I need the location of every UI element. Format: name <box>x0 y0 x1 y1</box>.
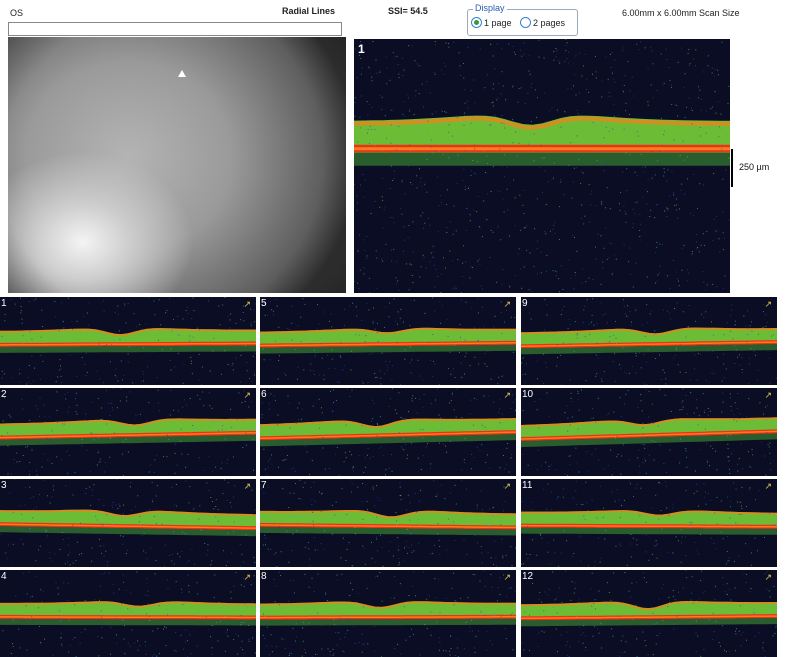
orientation-arrow-icon: ↗ <box>764 572 772 582</box>
bscan-layers <box>260 388 516 476</box>
bscan-thumbnail-2[interactable]: 2 ↗ <box>0 388 256 476</box>
orientation-arrow-icon: ↗ <box>243 481 251 491</box>
bscan-layers <box>260 570 516 657</box>
thumbnail-label: 10 <box>522 389 534 400</box>
bscan-layers <box>260 297 516 385</box>
thumbnail-label: 11 <box>522 480 533 491</box>
scan-size-label: 6.00mm x 6.00mm Scan Size <box>622 8 740 18</box>
bscan-layers <box>521 480 777 567</box>
fundus-image <box>8 37 346 293</box>
main-bscan[interactable]: 1 <box>354 39 730 293</box>
scan-marker-icon <box>178 70 186 77</box>
orientation-arrow-icon: ↗ <box>243 390 251 400</box>
bscan-layers <box>354 39 730 293</box>
bscan-thumbnail-8[interactable]: 8 ↗ <box>260 570 516 657</box>
display-group: Display 1 page 2 pages <box>467 3 578 36</box>
bscan-thumbnail-9[interactable]: 9 ↗ <box>521 297 777 385</box>
thumbnail-label: 3 <box>1 480 7 491</box>
bscan-thumbnail-3[interactable]: 3 ↗ <box>0 479 256 567</box>
bscan-layers <box>0 297 256 385</box>
thumbnail-label: 7 <box>261 480 267 491</box>
bscan-layers <box>0 571 256 657</box>
scale-label: 250 µm <box>739 162 770 172</box>
two-pages-label: 2 pages <box>533 17 566 28</box>
orientation-arrow-icon: ↗ <box>503 299 511 309</box>
bscan-thumbnail-10[interactable]: 10 ↗ <box>521 388 777 476</box>
bscan-layers <box>521 388 777 476</box>
bscan-thumbnail-6[interactable]: 6 ↗ <box>260 388 516 476</box>
protocol-label: Radial Lines <box>282 6 336 16</box>
bscan-thumbnail-1[interactable]: 1 ↗ <box>0 297 256 385</box>
ssi-label: SSI= 54.5 <box>388 6 428 16</box>
orientation-arrow-icon: ↗ <box>764 390 772 400</box>
main-scan-label: 1 <box>358 42 365 56</box>
orientation-arrow-icon: ↗ <box>503 572 511 582</box>
orientation-arrow-icon: ↗ <box>764 481 772 491</box>
radio-unselected-icon <box>520 17 531 28</box>
thumbnail-label: 1 <box>1 298 7 309</box>
one-page-label: 1 page <box>484 17 512 28</box>
orientation-arrow-icon: ↗ <box>503 481 511 491</box>
orientation-arrow-icon: ↗ <box>243 299 251 309</box>
thumbnail-label: 9 <box>522 298 528 309</box>
bscan-thumbnail-12[interactable]: 12 ↗ <box>521 570 777 657</box>
two-pages-radio[interactable]: 2 pages <box>520 17 565 28</box>
thumbnail-label: 5 <box>261 298 267 309</box>
fundus-toolbar <box>8 22 342 36</box>
bscan-thumbnail-11[interactable]: 11 ↗ <box>521 479 777 567</box>
bscan-thumbnail-5[interactable]: 5 ↗ <box>260 297 516 385</box>
orientation-arrow-icon: ↗ <box>764 299 772 309</box>
orientation-arrow-icon: ↗ <box>503 390 511 400</box>
bscan-layers <box>521 570 777 657</box>
thumbnail-label: 12 <box>522 571 534 582</box>
radio-selected-icon <box>471 17 482 28</box>
thumbnail-label: 8 <box>261 571 267 582</box>
eye-label: OS <box>10 8 24 18</box>
scale-bar <box>731 149 733 187</box>
bscan-layers <box>260 479 516 567</box>
oct-report: OS Radial Lines SSI= 54.5 6.00mm x 6.00m… <box>0 0 799 657</box>
bscan-layers <box>0 479 256 567</box>
bscan-thumbnail-7[interactable]: 7 ↗ <box>260 479 516 567</box>
thumbnail-label: 2 <box>1 389 7 400</box>
bscan-layers <box>0 388 256 476</box>
orientation-arrow-icon: ↗ <box>243 572 251 582</box>
one-page-radio[interactable]: 1 page <box>471 17 512 28</box>
thumbnail-label: 4 <box>1 571 7 582</box>
thumbnail-label: 6 <box>261 389 267 400</box>
bscan-layers <box>521 298 777 385</box>
display-legend: Display <box>473 3 507 13</box>
bscan-thumbnail-4[interactable]: 4 ↗ <box>0 570 256 657</box>
